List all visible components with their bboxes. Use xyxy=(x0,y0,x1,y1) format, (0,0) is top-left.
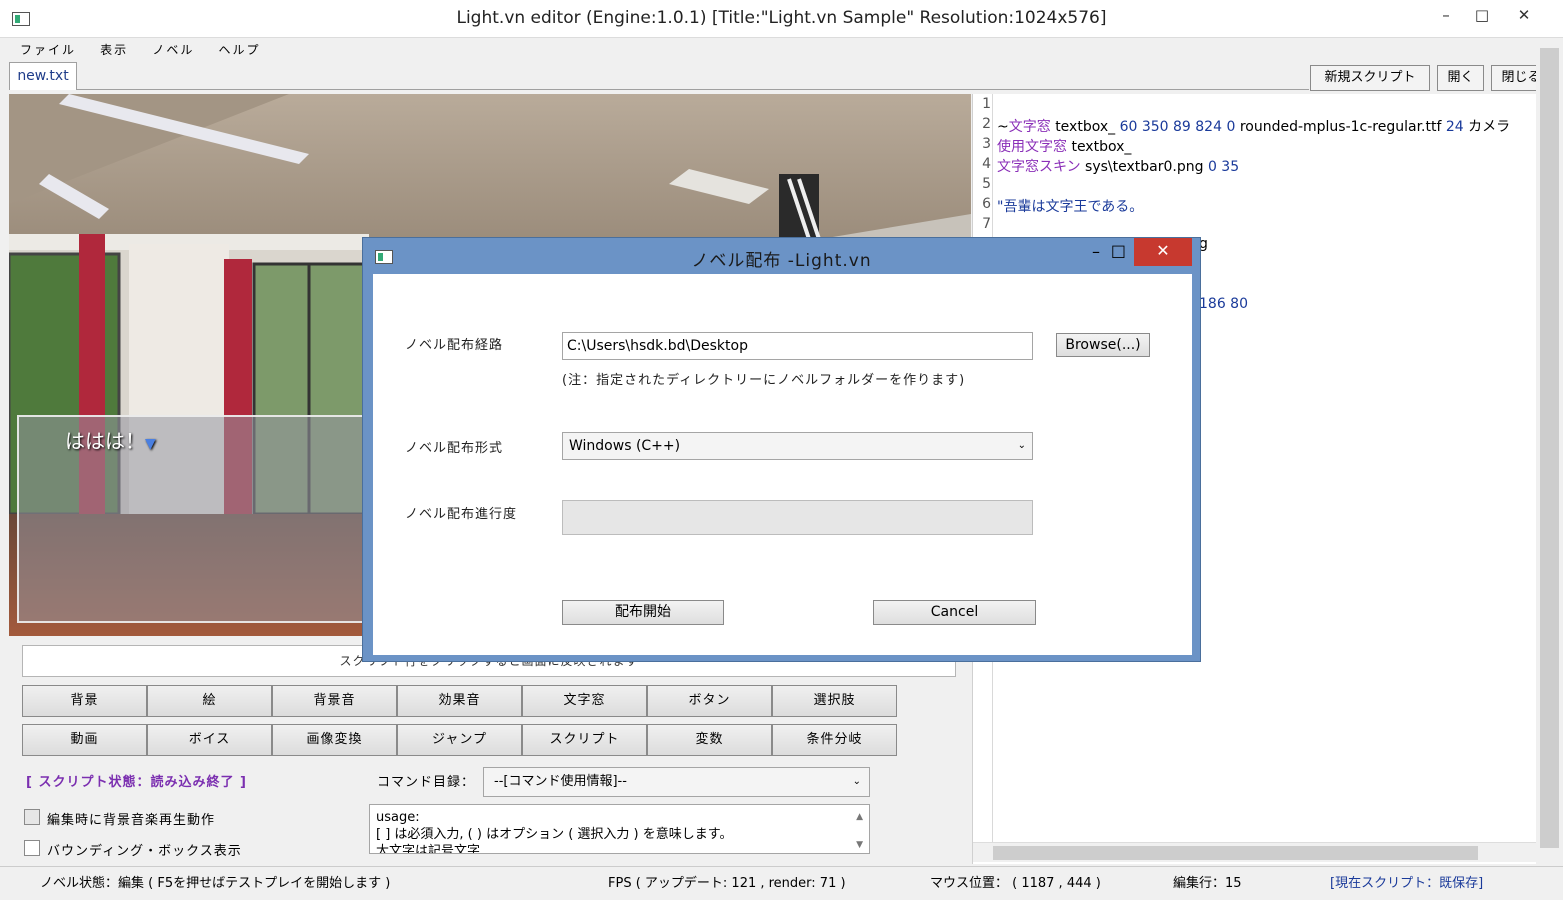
browse-button[interactable]: Browse(...) xyxy=(1056,333,1150,357)
progress-label: ノベル配布進行度 xyxy=(405,507,518,522)
line-number: 2 xyxy=(982,116,991,132)
bgm-button[interactable]: 背景音 xyxy=(272,685,397,717)
menu-novel[interactable]: ノベル xyxy=(142,40,204,60)
ui-button-button[interactable]: ボタン xyxy=(647,685,772,717)
mouse-position: マウス位置： ( 1187 , 444 ) xyxy=(930,876,1101,891)
code-fragment: 186 80 xyxy=(1199,296,1248,312)
dialog-title: ノベル配布 -Light.vn xyxy=(691,251,872,271)
usage-line: usage: xyxy=(376,810,420,825)
title-bar: Light.vn editor (Engine:1.0.1) [Title:"L… xyxy=(0,0,1563,38)
bgm-on-edit-checkbox[interactable] xyxy=(24,809,40,825)
menu-view[interactable]: 表示 xyxy=(90,40,138,60)
textbox-button[interactable]: 文字窓 xyxy=(522,685,647,717)
code-line-6[interactable]: "吾輩は文字王である。 xyxy=(997,196,1143,216)
progress-bar xyxy=(562,500,1033,535)
choice-button[interactable]: 選択肢 xyxy=(772,685,897,717)
picture-button[interactable]: 絵 xyxy=(147,685,272,717)
dialog-body: ノベル配布経路 C:\Users\hsdk.bd\Desktop Browse(… xyxy=(373,274,1192,655)
start-distribution-button[interactable]: 配布開始 xyxy=(562,600,724,625)
scroll-up-icon[interactable]: ▲ xyxy=(856,809,863,826)
format-select[interactable]: Windows (C++) ⌄ xyxy=(562,432,1033,460)
command-list-label: コマンド目録： xyxy=(377,775,476,790)
format-selected-value: Windows (C++) xyxy=(569,438,681,454)
code-line-4[interactable]: 文字窓スキン sys\textbar0.png 0 35 xyxy=(997,156,1239,176)
path-note: (注：指定されたディレクトリーにノベルフォルダーを作ります) xyxy=(562,373,966,388)
voice-button[interactable]: ボイス xyxy=(147,724,272,756)
menu-file[interactable]: ファイル xyxy=(10,40,86,60)
bounding-box-checkbox[interactable] xyxy=(24,840,40,856)
branch-button[interactable]: 条件分岐 xyxy=(772,724,897,756)
variable-button[interactable]: 変数 xyxy=(647,724,772,756)
chevron-down-icon: ⌄ xyxy=(1017,440,1026,451)
scrollbar-thumb[interactable] xyxy=(1540,48,1559,848)
image-transform-button[interactable]: 画像変換 xyxy=(272,724,397,756)
dialog-close-button[interactable]: ✕ xyxy=(1134,238,1192,266)
line-number: 7 xyxy=(982,216,991,232)
scrollbar-thumb[interactable] xyxy=(993,846,1478,860)
novel-distribution-dialog: ノベル配布 -Light.vn – □ ✕ ノベル配布経路 C:\Users\h… xyxy=(362,237,1201,662)
new-script-button[interactable]: 新規スクリプト xyxy=(1310,65,1430,91)
usage-line: [ ] は必須入力, ( ) はオプション ( 選択入力 ) を意味します。 xyxy=(376,827,733,842)
line-number: 1 xyxy=(982,96,991,112)
dialog-maximize-button[interactable]: □ xyxy=(1111,241,1126,260)
bounding-box-label: バウンディング・ボックス表示 xyxy=(47,844,242,859)
open-button[interactable]: 開く xyxy=(1437,65,1484,91)
bg-button[interactable]: 背景 xyxy=(22,685,147,717)
cancel-button[interactable]: Cancel xyxy=(873,600,1036,625)
window-title: Light.vn editor (Engine:1.0.1) [Title:"L… xyxy=(456,8,1107,28)
usage-textarea[interactable]: usage: [ ] は必須入力, ( ) はオプション ( 選択入力 ) を意… xyxy=(369,804,870,854)
edit-line: 編集行：15 xyxy=(1173,876,1242,891)
bgm-on-edit-label: 編集時に背景音楽再生動作 xyxy=(47,813,216,828)
format-label: ノベル配布形式 xyxy=(405,441,504,456)
se-button[interactable]: 効果音 xyxy=(397,685,522,717)
minimize-button[interactable]: – xyxy=(1426,0,1466,30)
video-button[interactable]: 動画 xyxy=(22,724,147,756)
next-cursor-icon: ▼ xyxy=(145,436,156,452)
novel-state: ノベル状態：編集 ( F5を押せばテストプレイを開始します ) xyxy=(40,876,391,891)
path-label: ノベル配布経路 xyxy=(405,338,504,353)
scroll-down-icon[interactable]: ▼ xyxy=(856,837,863,853)
vertical-scrollbar[interactable] xyxy=(1536,38,1563,864)
chevron-down-icon: ⌄ xyxy=(852,776,861,787)
dialog-minimize-button[interactable]: – xyxy=(1092,242,1100,261)
script-status: [ スクリプト状態：読み込み終了 ] xyxy=(26,775,247,790)
command-selected-value: --[コマンド使用情報]-- xyxy=(494,774,627,789)
maximize-button[interactable]: □ xyxy=(1462,0,1502,30)
line-number: 6 xyxy=(982,196,991,212)
status-bar: ノベル状態：編集 ( F5を押せばテストプレイを開始します ) FPS ( アッ… xyxy=(0,866,1563,900)
script-button[interactable]: スクリプト xyxy=(522,724,647,756)
line-number: 4 xyxy=(982,156,991,172)
code-line-3[interactable]: 使用文字窓 textbox_ xyxy=(997,136,1131,156)
tab-row: new.txt xyxy=(9,62,1309,90)
message-text: ははは！▼ xyxy=(65,429,156,453)
line-number: 3 xyxy=(982,136,991,152)
path-input[interactable]: C:\Users\hsdk.bd\Desktop xyxy=(562,332,1033,360)
horizontal-scrollbar[interactable] xyxy=(973,842,1537,862)
tab-new-txt[interactable]: new.txt xyxy=(9,62,77,90)
usage-line: 大文字は記号文字 xyxy=(376,844,481,854)
line-number: 5 xyxy=(982,176,991,192)
menu-bar: ファイル 表示 ノベル ヘルプ xyxy=(10,40,270,60)
code-line-2[interactable]: ~文字窓 textbox_ 60 350 89 824 0 rounded-mp… xyxy=(997,116,1510,136)
fps-readout: FPS ( アップデート: 121 , render: 71 ) xyxy=(608,876,846,891)
jump-button[interactable]: ジャンプ xyxy=(397,724,522,756)
close-button[interactable]: ✕ xyxy=(1504,0,1544,30)
current-script-status: [現在スクリプト：既保存] xyxy=(1330,876,1484,891)
menu-help[interactable]: ヘルプ xyxy=(208,40,270,60)
command-list-select[interactable]: --[コマンド使用情報]-- ⌄ xyxy=(483,767,870,797)
